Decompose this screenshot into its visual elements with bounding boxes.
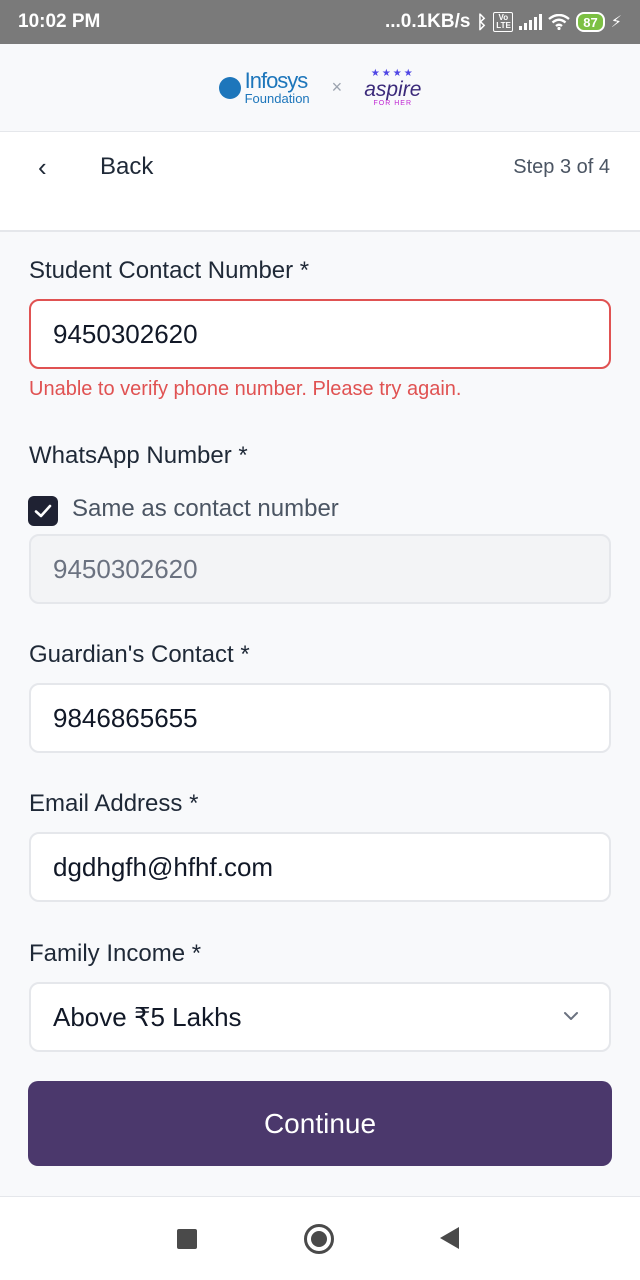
- signal-icon: [519, 14, 543, 30]
- check-icon: [34, 504, 52, 518]
- stars-icon: ★★★★: [370, 67, 415, 79]
- brand-separator: ×: [331, 77, 343, 97]
- wifi-icon: [548, 14, 571, 30]
- system-nav-bar: [0, 1196, 640, 1280]
- email-input[interactable]: dgdhgfh@hfhf.com: [29, 832, 611, 902]
- battery-level: 87: [583, 14, 598, 30]
- status-icons: ...0.1KB/s ᛒ Vo LTE 87 ⚡: [385, 11, 622, 33]
- student-contact-label: Student Contact Number *: [29, 257, 310, 284]
- back-triangle-icon[interactable]: [440, 1227, 459, 1249]
- volte-badge: Vo LTE: [493, 12, 514, 32]
- email-label: Email Address *: [29, 790, 199, 817]
- infosys-foundation-logo: Infosys Foundation: [218, 68, 310, 106]
- brand-bar: Infosys Foundation × ★★★★ aspire FOR HER: [0, 44, 640, 132]
- program-sub: FOR HER: [373, 99, 413, 107]
- chevron-down-icon: [564, 1012, 578, 1020]
- status-bar: 10:02 PM ...0.1KB/s ᛒ Vo LTE 87 ⚡: [0, 0, 640, 44]
- aspire-logo: ★★★★ aspire FOR HER: [364, 67, 422, 107]
- bluetooth-icon: ᛒ: [476, 11, 488, 32]
- page-header: ‹ Back Step 3 of 4: [0, 132, 640, 232]
- same-as-contact-checkbox[interactable]: [28, 496, 58, 526]
- status-time: 10:02 PM: [18, 11, 101, 32]
- chevron-left-icon[interactable]: ‹: [38, 152, 47, 183]
- student-contact-value: 9450302620: [53, 318, 198, 349]
- recents-icon[interactable]: [177, 1229, 197, 1249]
- globe-icon: [218, 76, 241, 99]
- whatsapp-input: 9450302620: [29, 534, 611, 604]
- continue-button[interactable]: Continue: [28, 1081, 612, 1166]
- family-income-value: Above ₹5 Lakhs: [53, 1001, 242, 1032]
- battery-icon: 87: [576, 12, 605, 32]
- back-button[interactable]: Back: [100, 153, 153, 181]
- partner-name: Infosys: [244, 68, 309, 93]
- step-indicator: Step 3 of 4: [513, 156, 610, 178]
- partner-sub: Foundation: [244, 91, 310, 106]
- home-icon[interactable]: [304, 1224, 334, 1254]
- student-contact-input[interactable]: 9450302620: [29, 299, 611, 369]
- family-income-label: Family Income *: [29, 940, 202, 967]
- whatsapp-label: WhatsApp Number *: [29, 442, 248, 469]
- guardian-contact-label: Guardian's Contact *: [29, 641, 250, 668]
- charging-icon: ⚡: [610, 14, 622, 31]
- whatsapp-value: 9450302620: [53, 553, 198, 584]
- guardian-contact-input[interactable]: 9846865655: [29, 683, 611, 753]
- student-contact-error: Unable to verify phone number. Please tr…: [29, 378, 462, 400]
- guardian-contact-value: 9846865655: [53, 702, 198, 733]
- net-speed: ...0.1KB/s: [384, 11, 471, 32]
- email-value: dgdhgfh@hfhf.com: [53, 851, 274, 882]
- same-as-contact-label[interactable]: Same as contact number: [72, 495, 339, 523]
- family-income-select[interactable]: Above ₹5 Lakhs: [29, 982, 611, 1052]
- program-name: aspire: [364, 77, 422, 101]
